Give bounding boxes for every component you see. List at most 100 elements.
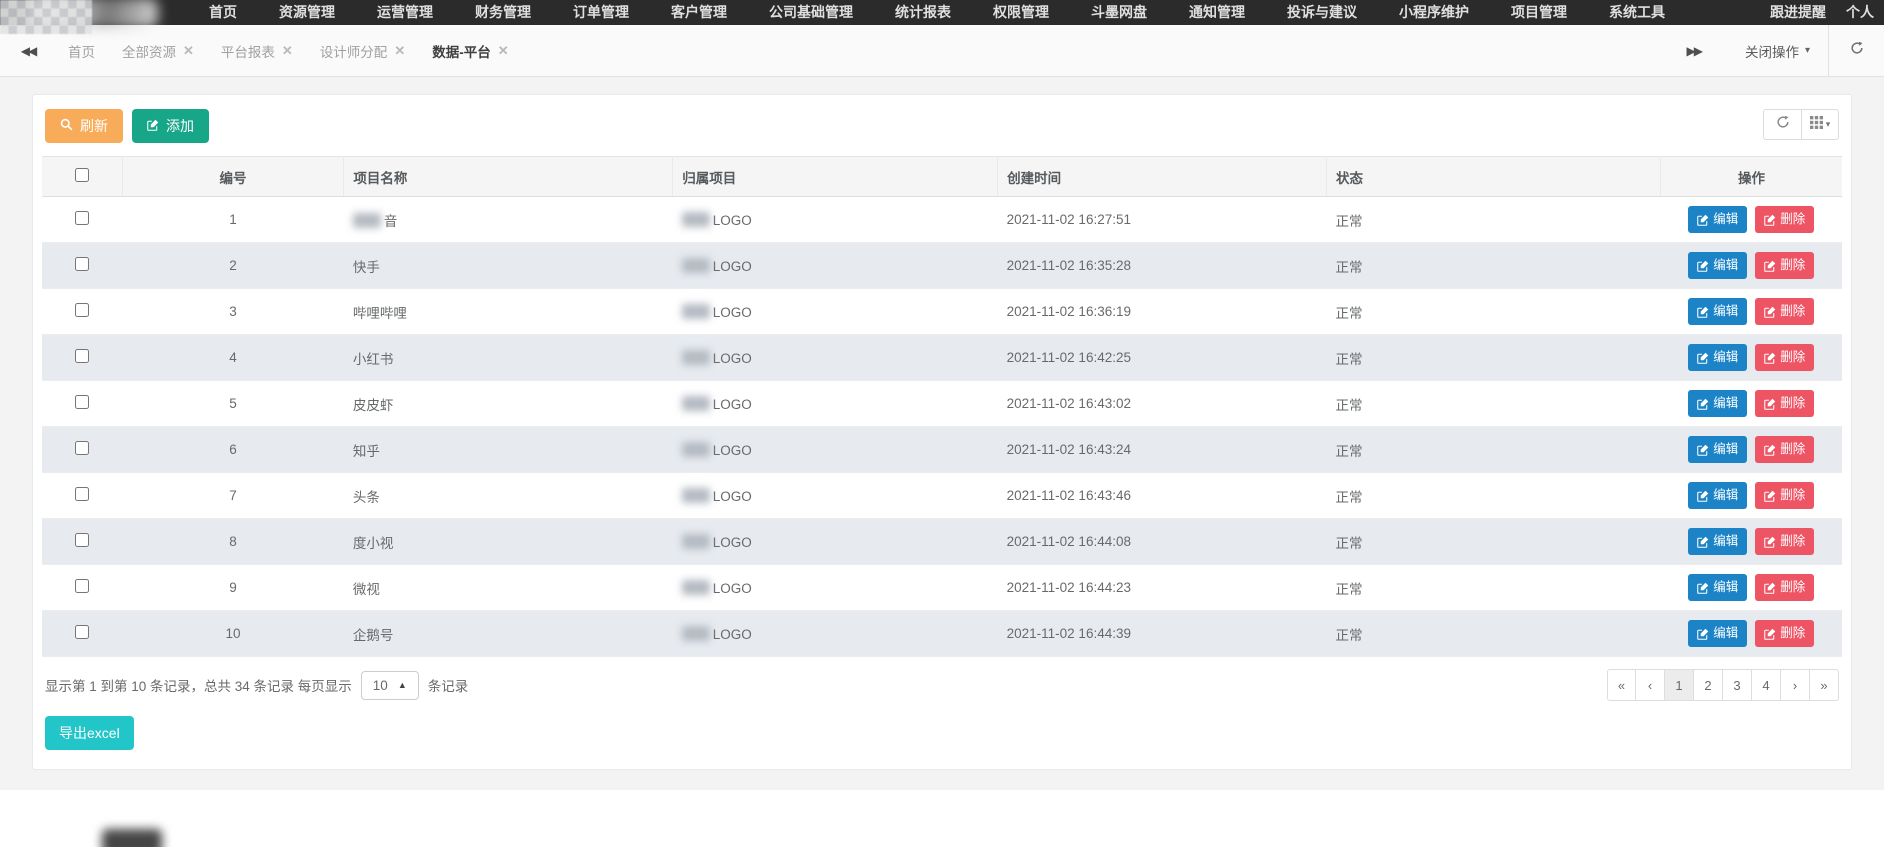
table-row: 9微视LOGO2021-11-02 16:44:23正常编辑删除 [42, 565, 1842, 611]
nav-item[interactable]: 首页 [188, 0, 258, 25]
page-size-select[interactable]: 10 ▲ [361, 671, 419, 700]
table-row: 8度小视LOGO2021-11-02 16:44:08正常编辑删除 [42, 519, 1842, 565]
row-checkbox[interactable] [75, 257, 89, 271]
edit-button[interactable]: 编辑 [1688, 390, 1747, 417]
row-checkbox[interactable] [75, 211, 89, 225]
cell-project: LOGO [673, 519, 998, 565]
close-icon[interactable]: ✕ [498, 43, 509, 59]
tab-首页[interactable]: 首页 [68, 41, 95, 61]
page-button-2[interactable]: 2 [1694, 669, 1723, 701]
nav-item[interactable]: 投诉与建议 [1266, 0, 1378, 25]
nav-item[interactable]: 公司基础管理 [748, 0, 874, 25]
nav-item[interactable]: 通知管理 [1168, 0, 1266, 25]
delete-button[interactable]: 删除 [1755, 390, 1814, 417]
edit-icon [1697, 398, 1709, 410]
edit-button[interactable]: 编辑 [1688, 206, 1747, 233]
edit-button[interactable]: 编辑 [1688, 344, 1747, 371]
row-checkbox[interactable] [75, 441, 89, 455]
page-button-3[interactable]: 3 [1723, 669, 1752, 701]
close-icon[interactable]: ✕ [183, 43, 194, 59]
close-icon[interactable]: ✕ [282, 43, 293, 59]
edit-button[interactable]: 编辑 [1688, 252, 1747, 279]
edit-icon [147, 117, 159, 135]
select-all-checkbox[interactable] [75, 168, 89, 182]
row-checkbox[interactable] [75, 303, 89, 317]
tab-平台报表[interactable]: 平台报表 ✕ [221, 41, 293, 61]
row-checkbox[interactable] [75, 579, 89, 593]
delete-button[interactable]: 删除 [1755, 252, 1814, 279]
tabs-scroll-right-icon[interactable]: ▶▶ [1661, 44, 1727, 58]
row-checkbox[interactable] [75, 625, 89, 639]
nav-item[interactable]: 订单管理 [552, 0, 650, 25]
page-button-1[interactable]: 1 [1665, 669, 1694, 701]
page-first-button[interactable]: « [1607, 669, 1636, 701]
edit-icon [1697, 628, 1709, 640]
edit-button[interactable]: 编辑 [1688, 298, 1747, 325]
header-name: 项目名称 [344, 157, 673, 197]
nav-item[interactable]: 客户管理 [650, 0, 748, 25]
delete-button[interactable]: 删除 [1755, 482, 1814, 509]
row-checkbox[interactable] [75, 395, 89, 409]
grid-icon [1810, 116, 1823, 134]
tab-label: 首页 [68, 41, 95, 61]
row-checkbox[interactable] [75, 533, 89, 547]
edit-button[interactable]: 编辑 [1688, 620, 1747, 647]
nav-item[interactable]: 个人 [1836, 0, 1884, 25]
nav-item[interactable]: 财务管理 [454, 0, 552, 25]
nav-item[interactable]: 项目管理 [1490, 0, 1588, 25]
nav-item[interactable]: 小程序维护 [1378, 0, 1490, 25]
edit-button[interactable]: 编辑 [1688, 482, 1747, 509]
tab-label: 全部资源 [122, 41, 176, 61]
delete-button[interactable]: 删除 [1755, 620, 1814, 647]
cell-created: 2021-11-02 16:43:24 [998, 427, 1327, 473]
cell-id: 1 [122, 197, 344, 243]
nav-item[interactable]: 斗墨网盘 [1070, 0, 1168, 25]
edit-icon [1697, 536, 1709, 548]
pagination-bar: 显示第 1 到第 10 条记录，总共 34 条记录 每页显示 10 ▲ 条记录 … [42, 669, 1842, 701]
edit-icon [1697, 582, 1709, 594]
table-row: 2快手LOGO2021-11-02 16:35:28正常编辑删除 [42, 243, 1842, 289]
tab-数据-平台[interactable]: 数据-平台✕ [432, 41, 508, 61]
delete-button[interactable]: 删除 [1755, 298, 1814, 325]
row-checkbox[interactable] [75, 487, 89, 501]
tab-设计师分配[interactable]: 设计师分配✕ [320, 41, 405, 61]
edit-button[interactable]: 编辑 [1688, 436, 1747, 463]
close-operations-dropdown[interactable]: 关闭操作 ▾ [1727, 25, 1828, 76]
nav-item[interactable]: 权限管理 [972, 0, 1070, 25]
row-checkbox[interactable] [75, 349, 89, 363]
row-checkbox-cell [42, 565, 122, 611]
nav-item[interactable]: 系统工具 [1588, 0, 1686, 25]
tabs-scroll-left-icon[interactable]: ◀◀ [0, 44, 56, 58]
nav-items: 首页资源管理运营管理财务管理订单管理客户管理公司基础管理统计报表权限管理斗墨网盘… [188, 0, 1686, 25]
export-excel-button[interactable]: 导出excel [45, 716, 134, 750]
cell-name: 哔哩哔哩 [344, 289, 673, 335]
pager: «‹1234›» [1607, 669, 1839, 701]
page-prev-button[interactable]: ‹ [1636, 669, 1665, 701]
nav-item[interactable]: 跟进提醒 [1760, 0, 1836, 25]
page-next-button[interactable]: › [1781, 669, 1810, 701]
page-last-button[interactable]: » [1810, 669, 1839, 701]
nav-item[interactable]: 运营管理 [356, 0, 454, 25]
nav-item[interactable]: 资源管理 [258, 0, 356, 25]
tab-refresh-button[interactable] [1828, 25, 1884, 76]
columns-dropdown-button[interactable]: ▾ [1801, 109, 1839, 140]
tab-全部资源[interactable]: 全部资源 ✕ [122, 41, 194, 61]
delete-button[interactable]: 删除 [1755, 436, 1814, 463]
nav-item[interactable]: 统计报表 [874, 0, 972, 25]
cell-id: 9 [122, 565, 344, 611]
header-actions: 操作 [1660, 157, 1842, 197]
delete-button[interactable]: 删除 [1755, 528, 1814, 555]
page-button-4[interactable]: 4 [1752, 669, 1781, 701]
refresh-button[interactable]: 刷新 [45, 109, 123, 143]
add-button[interactable]: 添加 [132, 109, 209, 143]
edit-button[interactable]: 编辑 [1688, 528, 1747, 555]
delete-button[interactable]: 删除 [1755, 344, 1814, 371]
delete-button[interactable]: 删除 [1755, 574, 1814, 601]
delete-button[interactable]: 删除 [1755, 206, 1814, 233]
close-icon[interactable]: ✕ [394, 43, 405, 59]
cell-status: 正常 [1327, 427, 1661, 473]
edit-button[interactable]: 编辑 [1688, 574, 1747, 601]
tab-label: 平台报表 [221, 41, 275, 61]
cell-name: 小红书 [344, 335, 673, 381]
table-refresh-button[interactable] [1763, 109, 1801, 140]
